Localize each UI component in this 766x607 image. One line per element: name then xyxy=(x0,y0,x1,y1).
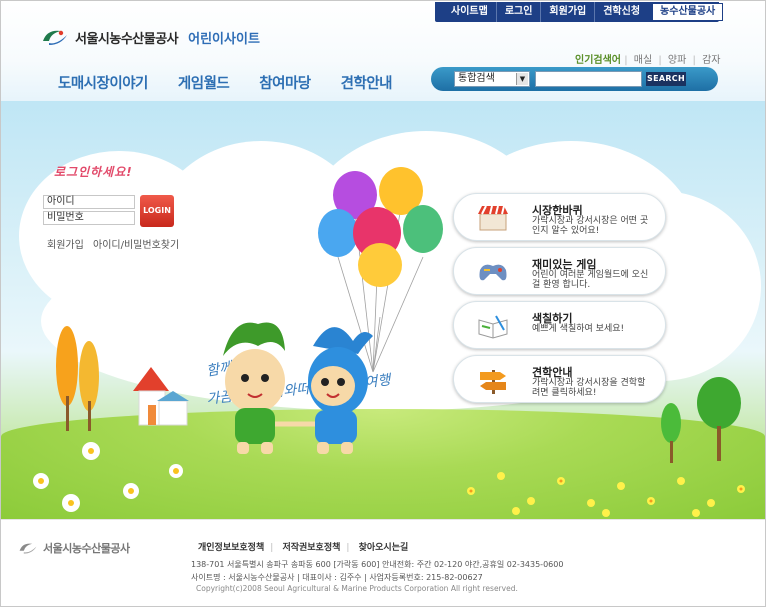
flowers-icon xyxy=(33,442,745,517)
search-button[interactable]: SEARCH xyxy=(646,72,686,86)
hero-illustration: 함께가요! 가끔이나끔이와떠나는 시장여행 xyxy=(1,101,765,519)
find-account-link[interactable]: 아이디/비밀번호찾기 xyxy=(93,240,179,251)
footer-company-info: 사이트명 : 서울시농수산물공사 | 대표이사 : 김주수 | 사업자등록번호:… xyxy=(191,573,483,582)
footer-address: 138-701 서울특별시 송파구 송파동 600 [가락동 600] 안내전화… xyxy=(191,560,564,569)
popular-keywords: 인기검색어 | 매실 | 양파 | 감자 xyxy=(575,51,723,66)
login-id-input[interactable]: 아이디 xyxy=(43,195,135,209)
main-nav: 도매시장이야기 게임월드 참여마당 견학안내 xyxy=(58,72,422,93)
corporation-logo-icon xyxy=(19,543,37,554)
nav-participation[interactable]: 참여마당 xyxy=(259,72,311,93)
search-bar: 통합검색 ▼ SEARCH xyxy=(431,67,718,91)
footer-logo: 서울시농수산물공사 xyxy=(17,540,130,556)
login-title: 로그인하세요! xyxy=(54,165,133,179)
logo-name: 서울시농수산물공사 xyxy=(75,31,179,47)
logo-subtitle: 어린이사이트 xyxy=(188,31,260,47)
privacy-policy-link[interactable]: 개인정보보호정책 xyxy=(198,543,264,553)
site-logo[interactable]: 서울시농수산물공사 어린이사이트 xyxy=(41,27,260,47)
header: 사이트맵 로그인 회원가입 견학신청 농수산물공사 서울시농수산물공사 어린이사… xyxy=(1,1,765,101)
card-coloring[interactable]: 색칠하기 예쁘게 색칠하여 보세요! xyxy=(453,301,666,349)
card-fun-game[interactable]: 재미있는 게임 어린이 여러분 게임월드에 오신걸 환영 합니다. xyxy=(453,247,666,295)
login-panel: 로그인하세요! 아이디 비밀번호 LOGIN 회원가입 아이디/비밀번호찾기 xyxy=(34,163,184,263)
corporation-logo-icon xyxy=(43,30,67,45)
popular-keyword[interactable]: 감자 xyxy=(699,55,723,66)
util-link-corporation[interactable]: 농수산물공사 xyxy=(652,3,724,21)
trees-left-icon xyxy=(56,326,99,431)
popular-keyword[interactable]: 매실 xyxy=(631,55,655,66)
chevron-down-icon: ▼ xyxy=(516,73,528,85)
util-link-tour-request[interactable]: 견학신청 xyxy=(594,2,648,22)
house-icon xyxy=(133,367,189,426)
footer-links: 개인정보보호정책 | 저작권보호정책 | 찾아오시는길 xyxy=(198,543,409,553)
footer: 서울시농수산물공사 개인정보보호정책 | 저작권보호정책 | 찾아오시는길 138-… xyxy=(1,519,765,606)
util-link-sitemap[interactable]: 사이트맵 xyxy=(443,2,496,22)
popular-label: 인기검색어 xyxy=(575,55,621,66)
util-link-login[interactable]: 로그인 xyxy=(495,2,541,22)
page: 사이트맵 로그인 회원가입 견학신청 농수산물공사 서울시농수산물공사 어린이사… xyxy=(1,1,765,606)
coloring-book-icon xyxy=(478,315,508,339)
signpost-icon xyxy=(480,370,506,394)
nav-market-story[interactable]: 도매시장이야기 xyxy=(58,72,148,93)
nav-game-world[interactable]: 게임월드 xyxy=(178,72,230,93)
login-button[interactable]: LOGIN xyxy=(140,195,174,227)
login-links: 회원가입 아이디/비밀번호찾기 xyxy=(47,236,185,251)
join-link[interactable]: 회원가입 xyxy=(47,240,84,251)
card-tour-guide[interactable]: 견학안내 가락시장과 강서시장을 견학할려면 클릭하세요! xyxy=(453,355,666,403)
utility-nav: 사이트맵 로그인 회원가입 견학신청 농수산물공사 xyxy=(435,2,724,22)
footer-copyright: Copyright(c)2008 Seoul Agricultural & Ma… xyxy=(196,584,518,593)
market-stall-icon xyxy=(478,205,508,231)
nav-tour-guide[interactable]: 견학안내 xyxy=(341,72,393,93)
popular-keyword[interactable]: 양파 xyxy=(665,55,689,66)
login-password-input[interactable]: 비밀번호 xyxy=(43,211,135,225)
gamepad-icon xyxy=(479,264,507,281)
directions-link[interactable]: 찾아오시는길 xyxy=(359,543,409,553)
util-link-join[interactable]: 회원가입 xyxy=(540,2,594,22)
search-scope-select[interactable]: 통합검색 ▼ xyxy=(454,71,530,87)
copyright-policy-link[interactable]: 저작권보호정책 xyxy=(282,543,340,553)
search-input[interactable] xyxy=(535,71,642,87)
card-market-tour[interactable]: 시장한바퀴 가락시장과 강서시장은 어떤 곳인지 알수 있어요! xyxy=(453,193,666,241)
